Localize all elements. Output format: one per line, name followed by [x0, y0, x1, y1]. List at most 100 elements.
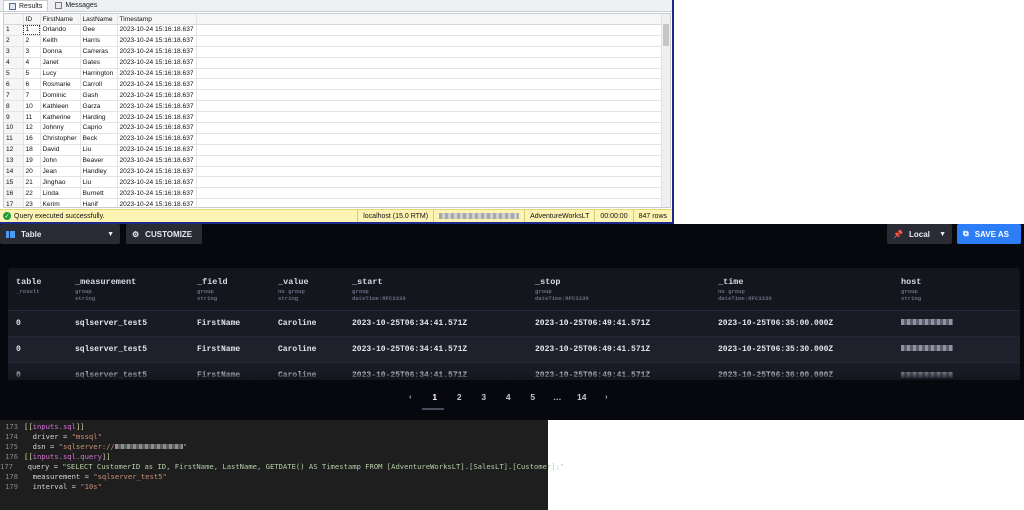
column-header[interactable]: LastName [80, 14, 118, 25]
flux-column-header[interactable]: _value no group string [270, 268, 344, 310]
flux-column-header[interactable]: host group string [893, 268, 1020, 310]
column-header[interactable] [4, 14, 24, 25]
table-cell[interactable]: 1 [23, 24, 41, 36]
page-button-2[interactable]: 2 [447, 392, 472, 402]
table-cell[interactable]: 2023-10-24 15:16:18.637 [117, 144, 197, 156]
table-cell[interactable]: Jean [40, 166, 81, 178]
table-cell[interactable]: 16 [23, 133, 41, 145]
table-cell[interactable]: Carroll [80, 78, 118, 91]
table-row[interactable]: 13 19 John Beaver 2023-10-24 15:16:18.637 [4, 155, 667, 167]
table-cell[interactable]: Harding [80, 111, 118, 124]
code-line[interactable]: 178 measurement = "sqlserver_test5" [0, 471, 548, 481]
table-cell[interactable]: Hanif [80, 198, 118, 207]
table-cell[interactable]: Gee [80, 24, 118, 36]
table-row[interactable]: 14 20 Jean Handley 2023-10-24 15:16:18.637 [4, 166, 667, 178]
table-row[interactable]: 3 3 Donna Carreras 2023-10-24 15:16:18.637 [4, 46, 667, 58]
table-cell[interactable]: Gash [80, 89, 118, 102]
table-cell[interactable]: Dominic [40, 89, 81, 102]
table-cell[interactable]: Kathleen [40, 100, 81, 113]
table-cell[interactable]: 5 [23, 68, 41, 80]
code-line[interactable]: 175 dsn = "sqlserver:// " [0, 441, 548, 451]
table-row[interactable]: 10 12 Johnny Caprio 2023-10-24 15:16:18.637 [4, 122, 667, 134]
table-cell[interactable]: Lucy [40, 68, 81, 80]
table-cell[interactable]: 2023-10-24 15:16:18.637 [117, 24, 197, 36]
table-cell[interactable]: 2023-10-24 15:16:18.637 [117, 78, 197, 91]
table-row[interactable]: 8 10 Kathleen Garza 2023-10-24 15:16:18.637 [4, 100, 667, 113]
table-cell[interactable]: 18 [23, 144, 41, 156]
table-cell[interactable]: 11 [23, 111, 41, 124]
table-cell[interactable]: 2023-10-24 15:16:18.637 [117, 100, 197, 113]
page-button-14[interactable]: 14 [570, 392, 595, 402]
flux-column-header[interactable]: _field group string [189, 268, 270, 310]
code-line[interactable]: 177 query = "SELECT CustomerID as ID, Fi… [0, 461, 564, 471]
table-cell[interactable]: 12 [23, 122, 41, 134]
table-cell[interactable]: 2023-10-24 15:16:18.637 [117, 187, 197, 200]
page-button-3[interactable]: 3 [472, 392, 497, 402]
table-cell[interactable]: 2023-10-24 15:16:18.637 [117, 176, 197, 189]
code-line[interactable]: 174 driver = "mssql" [0, 431, 548, 441]
table-cell[interactable]: 2023-10-24 15:16:18.637 [117, 198, 197, 207]
table-cell[interactable]: 2 [23, 35, 41, 47]
table-cell[interactable]: Donna [40, 46, 81, 58]
table-cell[interactable]: Beck [80, 133, 118, 145]
table-cell[interactable]: Rosmarie [40, 78, 81, 91]
results-vertical-scrollbar[interactable] [661, 14, 670, 207]
results-grid[interactable]: ID FirstName LastName Timestamp 1 1 Orlando Ge… [3, 13, 671, 208]
table-cell[interactable]: Johnny [40, 122, 81, 134]
table-cell[interactable]: Harris [80, 35, 118, 47]
visualization-dropdown[interactable]: Table ▼ [0, 224, 120, 244]
flux-column-header[interactable]: _stop group dateTime:RFC3339 [527, 268, 710, 310]
page-button-1[interactable]: 1 [423, 392, 448, 402]
table-row[interactable]: 11 16 Christopher Beck 2023-10-24 15:16:18.6… [4, 133, 667, 145]
table-cell[interactable]: 10 [23, 100, 41, 113]
flux-column-header[interactable]: _start group dateTime:RFC3339 [344, 268, 527, 310]
flux-row[interactable]: 0sqlserver_test5FirstNameCaroline2023-10… [8, 309, 1020, 336]
telegraf-config-editor[interactable]: 173 [[inputs.sql]] 174 driver = "mssql" 175… [0, 420, 564, 510]
table-cell[interactable]: 4 [23, 57, 41, 69]
table-row[interactable]: 4 4 Janet Gates 2023-10-24 15:16:18.637 [4, 57, 667, 69]
table-cell[interactable]: Liu [80, 176, 118, 189]
table-row[interactable]: 6 6 Rosmarie Carroll 2023-10-24 15:16:18.637 [4, 78, 667, 91]
page-button-5[interactable]: 5 [521, 392, 546, 402]
table-cell[interactable]: David [40, 144, 81, 156]
table-cell[interactable]: Burnett [80, 187, 118, 200]
table-row[interactable]: 17 23 Kerim Hanif 2023-10-24 15:16:18.637 [4, 198, 667, 207]
table-cell[interactable]: 7 [23, 89, 41, 102]
table-cell[interactable]: Handley [80, 166, 118, 178]
table-cell[interactable]: Linda [40, 187, 81, 200]
timezone-dropdown[interactable]: 📌 Local ▼ [887, 224, 952, 244]
code-line[interactable]: 176 [[inputs.sql.query]] [0, 451, 548, 461]
code-line[interactable]: 173 [[inputs.sql]] [0, 421, 548, 431]
table-cell[interactable]: Carreras [80, 46, 118, 58]
table-row[interactable]: 9 11 Katherine Harding 2023-10-24 15:16:18.6… [4, 111, 667, 124]
column-header[interactable]: ID [23, 14, 41, 25]
table-cell[interactable]: 3 [23, 46, 41, 58]
tab-results[interactable]: Results [3, 0, 49, 11]
tab-messages[interactable]: Messages [50, 0, 102, 11]
table-cell[interactable]: Christopher [40, 133, 81, 145]
page-button-4[interactable]: 4 [496, 392, 521, 402]
table-cell[interactable]: 21 [23, 176, 41, 189]
table-cell[interactable]: Caprio [80, 122, 118, 134]
table-cell[interactable]: 2023-10-24 15:16:18.637 [117, 166, 197, 178]
table-cell[interactable]: 2023-10-24 15:16:18.637 [117, 155, 197, 167]
table-cell[interactable]: Kerim [40, 198, 81, 207]
customize-button[interactable]: ⚙ CUSTOMIZE [126, 224, 202, 244]
table-cell[interactable]: Orlando [40, 24, 81, 36]
prev-page-button[interactable]: ‹ [398, 394, 423, 401]
save-as-button[interactable]: ⧉ SAVE AS [957, 224, 1021, 244]
table-row[interactable]: 5 5 Lucy Harrington 2023-10-24 15:16:18.637 [4, 68, 667, 80]
table-cell[interactable]: 2023-10-24 15:16:18.637 [117, 89, 197, 102]
table-row[interactable]: 1 1 Orlando Gee 2023-10-24 15:16:18.637 [4, 24, 667, 36]
table-cell[interactable]: John [40, 155, 81, 167]
table-cell[interactable]: Janet [40, 57, 81, 69]
table-cell[interactable]: Jinghao [40, 176, 81, 189]
table-row[interactable]: 16 22 Linda Burnett 2023-10-24 15:16:18.637 [4, 187, 667, 200]
table-cell[interactable]: Beaver [80, 155, 118, 167]
table-cell[interactable]: 2023-10-24 15:16:18.637 [117, 35, 197, 47]
table-cell[interactable]: Liu [80, 144, 118, 156]
table-row[interactable]: 15 21 Jinghao Liu 2023-10-24 15:16:18.637 [4, 176, 667, 189]
scrollbar-thumb[interactable] [663, 24, 669, 46]
table-cell[interactable]: 2023-10-24 15:16:18.637 [117, 111, 197, 124]
table-cell[interactable]: Keith [40, 35, 81, 47]
